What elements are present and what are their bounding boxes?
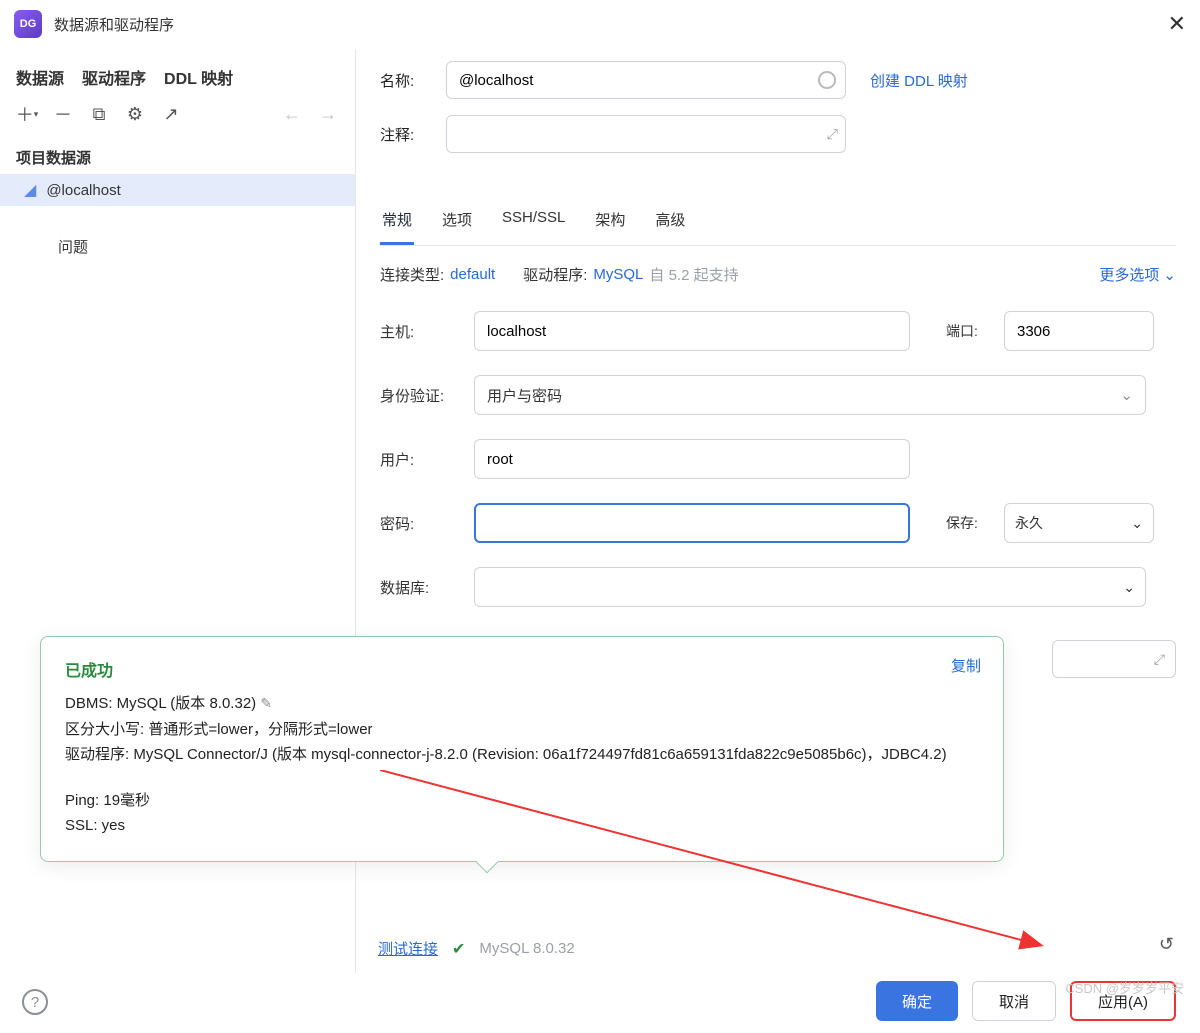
sidebar-tab-ddl[interactable]: DDL 映射 (164, 65, 233, 89)
ok-button[interactable]: 确定 (876, 981, 958, 1021)
remove-icon[interactable]: － (52, 103, 74, 125)
apply-button[interactable]: 应用(A) (1070, 981, 1176, 1021)
titlebar: DG 数据源和驱动程序 ✕ (0, 0, 1200, 48)
chevron-down-icon: ⌄ (1131, 515, 1143, 532)
expand-icon[interactable]: ⤢ (827, 126, 838, 143)
driver-note: 自 5.2 起支持 (649, 264, 738, 285)
cancel-button[interactable]: 取消 (972, 981, 1056, 1021)
back-icon[interactable]: ← (281, 103, 303, 125)
copy-icon[interactable]: ⧉ (88, 103, 110, 125)
chevron-down-icon: ⌄ (1163, 266, 1176, 284)
comment-input[interactable] (446, 115, 846, 153)
tab-ssh[interactable]: SSH/SSL (500, 199, 567, 245)
tab-options[interactable]: 选项 (440, 199, 474, 245)
success-popup: 已成功 复制 DBMS: MySQL (版本 8.0.32) ✎ 区分大小写: … (40, 636, 1004, 862)
conn-type-value[interactable]: default (450, 266, 495, 283)
auth-select[interactable]: 用户与密码 ⌄ (474, 375, 1146, 415)
url-expand-box[interactable]: ⤢ (1052, 640, 1176, 678)
copy-link[interactable]: 复制 (951, 655, 981, 676)
config-tabs: 常规 选项 SSH/SSL 架构 高级 (380, 199, 1176, 246)
auth-label: 身份验证: (380, 385, 460, 406)
more-options-link[interactable]: 更多选项 ⌄ (1099, 264, 1176, 285)
gear-icon[interactable]: ⚙ (124, 103, 146, 125)
status-version: MySQL 8.0.32 (479, 940, 574, 957)
help-icon[interactable]: ? (22, 989, 48, 1015)
add-icon[interactable]: ＋▾ (16, 103, 38, 125)
port-input[interactable] (1004, 311, 1154, 351)
password-input[interactable] (474, 503, 910, 543)
sidebar-tab-drivers[interactable]: 驱动程序 (82, 65, 146, 89)
database-label: 数据库: (380, 577, 460, 598)
success-title: 已成功 (65, 657, 979, 681)
save-select[interactable]: 永久 ⌄ (1004, 503, 1154, 543)
host-label: 主机: (380, 321, 460, 342)
external-icon[interactable]: ↗ (160, 103, 182, 125)
chevron-down-icon: ⌄ (1123, 579, 1135, 596)
success-body: DBMS: MySQL (版本 8.0.32) ✎ 区分大小写: 普通形式=lo… (65, 691, 979, 839)
tab-advanced[interactable]: 高级 (653, 199, 687, 245)
undo-icon[interactable]: ↺ (1159, 934, 1174, 955)
window-title: 数据源和驱动程序 (54, 14, 174, 35)
footer-status: 测试连接 ✔ MySQL 8.0.32 (378, 938, 575, 959)
conn-type-label: 连接类型: (380, 264, 444, 285)
create-ddl-link[interactable]: 创建 DDL 映射 (870, 70, 968, 91)
user-input[interactable] (474, 439, 910, 479)
port-label: 端口: (946, 321, 990, 341)
expand-icon: ⤢ (1154, 651, 1165, 668)
database-icon: ◢ (24, 180, 36, 200)
tab-general[interactable]: 常规 (380, 199, 414, 245)
sidebar-item-problems[interactable]: 问题 (0, 206, 355, 263)
name-input[interactable] (446, 61, 846, 99)
sidebar-item-localhost[interactable]: ◢ @localhost (0, 174, 355, 206)
pencil-icon[interactable]: ✎ (260, 695, 272, 711)
name-label: 名称: (380, 70, 432, 91)
driver-label: 驱动程序: (523, 264, 587, 285)
sidebar-item-label: @localhost (46, 182, 120, 199)
close-icon[interactable]: ✕ (1168, 11, 1186, 37)
comment-label: 注释: (380, 124, 432, 145)
sidebar-tab-datasource[interactable]: 数据源 (16, 65, 64, 89)
tab-schema[interactable]: 架构 (593, 199, 627, 245)
password-label: 密码: (380, 513, 460, 534)
driver-link[interactable]: MySQL (593, 266, 643, 283)
host-input[interactable] (474, 311, 910, 351)
user-label: 用户: (380, 449, 460, 470)
check-icon: ✔ (452, 939, 465, 959)
database-select[interactable]: ⌄ (474, 567, 1146, 607)
app-icon: DG (14, 10, 42, 38)
forward-icon[interactable]: → (317, 103, 339, 125)
color-circle-icon[interactable] (818, 71, 836, 89)
save-label: 保存: (946, 513, 990, 533)
sidebar-section-project: 项目数据源 (0, 137, 355, 174)
test-connection-link[interactable]: 测试连接 (378, 938, 438, 959)
chevron-down-icon: ⌄ (1120, 386, 1133, 404)
